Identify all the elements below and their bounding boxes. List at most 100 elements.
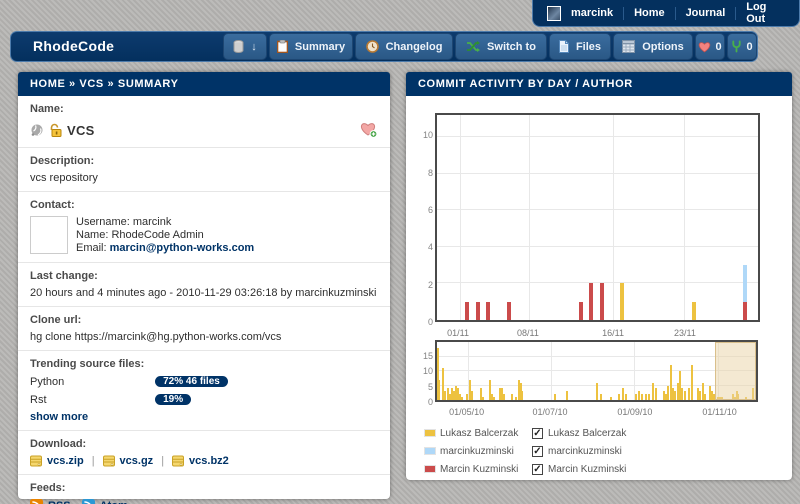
legend-swatch-yellow: [424, 429, 436, 437]
chart-bar: [600, 394, 602, 400]
download-gz-link[interactable]: vcs.gz: [120, 455, 154, 467]
fork-icon: [731, 40, 742, 53]
atom-feed-link[interactable]: Atom: [100, 500, 128, 504]
contact-username: Username: marcink: [76, 216, 254, 229]
chart-selection-region[interactable]: [715, 342, 756, 400]
chart-bar: [638, 391, 640, 400]
journal-link[interactable]: Journal: [686, 7, 726, 19]
settings-grid-icon: [622, 40, 635, 53]
y-tick-label: 10: [423, 366, 433, 376]
gridline: [437, 136, 758, 137]
main-commit-chart[interactable]: [435, 113, 760, 322]
logout-link[interactable]: Log Out: [746, 1, 785, 25]
username-link[interactable]: marcink: [571, 7, 613, 19]
breadcrumb[interactable]: HOME » VCS » SUMMARY: [18, 72, 390, 96]
show-more-link[interactable]: show more: [30, 411, 88, 423]
gridline: [437, 356, 756, 357]
files-tab-label: Files: [576, 41, 601, 53]
home-link[interactable]: Home: [634, 7, 665, 19]
x-tick-label: 08/11: [517, 328, 539, 338]
switch-to-label: Switch to: [487, 41, 536, 53]
trending-lang: Rst: [30, 394, 155, 406]
x-tick-label: 01/11: [447, 328, 469, 338]
app-logo[interactable]: RhodeCode: [33, 32, 114, 61]
y-tick-label: 6: [428, 205, 433, 215]
chart-bar: [438, 380, 440, 400]
overview-commit-chart[interactable]: [435, 340, 758, 402]
switch-to-menu[interactable]: Switch to: [455, 33, 547, 60]
summary-tab[interactable]: Summary: [269, 33, 353, 60]
chart-bar: [625, 394, 627, 400]
y-tick-label: 5: [428, 382, 433, 392]
chart-bar: [554, 394, 556, 400]
description-section: Description: vcs repository: [18, 148, 390, 192]
shuffle-icon: [466, 41, 480, 52]
download-label: Download:: [30, 438, 378, 450]
chart-bar: [648, 394, 650, 400]
chart-legend: Lukasz Balcerzak ✓ Lukasz Balcerzak marc…: [424, 424, 626, 478]
download-section: Download: vcs.zip | vcs.gz | vcs.bz2: [18, 431, 390, 475]
contact-email-link[interactable]: marcin@python-works.com: [110, 242, 255, 254]
archive-icon: [103, 455, 115, 467]
legend-label: Lukasz Balcerzak: [440, 428, 532, 439]
options-menu-label: Options: [642, 41, 684, 53]
chart-bar: [466, 394, 468, 400]
chart-bar: [618, 394, 620, 400]
chart-bar: [743, 302, 747, 320]
contact-email-label: Email:: [76, 242, 107, 254]
archive-icon: [30, 455, 42, 467]
file-icon: [559, 40, 569, 53]
clipboard-icon: [277, 40, 288, 53]
topbar-divider: [623, 7, 624, 20]
last-change-label: Last change:: [30, 270, 378, 282]
user-avatar: [547, 6, 561, 21]
chart-bar: [622, 388, 624, 400]
author-checkbox[interactable]: ✓: [532, 446, 543, 457]
changelog-tab-label: Changelog: [386, 41, 443, 53]
chart-bar: [600, 283, 604, 320]
author-checkbox[interactable]: ✓: [532, 464, 543, 475]
options-menu[interactable]: Options: [613, 33, 693, 60]
changelog-tab[interactable]: Changelog: [355, 33, 453, 60]
gridline: [437, 246, 758, 247]
clone-url-label: Clone url:: [30, 314, 378, 326]
gridline: [437, 282, 758, 283]
chart-bar: [461, 397, 463, 400]
y-tick-label: 2: [428, 280, 433, 290]
chart-bar: [645, 394, 647, 400]
summary-panel: HOME » VCS » SUMMARY Name: VCS Descripti…: [18, 72, 390, 499]
legend-swatch-red: [424, 465, 436, 473]
y-tick-label: 10: [423, 130, 433, 140]
gridline: [634, 342, 635, 400]
follow-toggle-button[interactable]: [360, 122, 378, 138]
chart-bar: [704, 394, 706, 400]
chart-bar: [610, 397, 612, 400]
main-navbar: RhodeCode ↓ Summary Changelog Switch to: [10, 31, 758, 62]
rss-feed-link[interactable]: RSS: [48, 500, 71, 504]
files-tab[interactable]: Files: [549, 33, 611, 60]
download-bz2-link[interactable]: vcs.bz2: [189, 455, 229, 467]
summary-tab-label: Summary: [295, 41, 345, 53]
name-label: Name:: [30, 103, 378, 115]
download-zip-link[interactable]: vcs.zip: [47, 455, 84, 467]
chart-bar: [589, 283, 593, 320]
quick-repo-menu-button[interactable]: ↓: [223, 33, 267, 60]
author-checkbox[interactable]: ✓: [532, 428, 543, 439]
gridline: [437, 209, 758, 210]
gridline: [613, 115, 614, 320]
description-text: vcs repository: [30, 172, 378, 184]
clone-url-text[interactable]: hg clone https://marcink@hg.python-works…: [30, 331, 378, 343]
topbar-divider: [735, 7, 736, 20]
atom-icon: [82, 499, 95, 504]
download-separator: |: [161, 455, 164, 467]
y-tick-label: 0: [428, 397, 433, 407]
contact-fullname: Name: RhodeCode Admin: [76, 229, 254, 242]
forks-counter[interactable]: 0: [727, 33, 757, 60]
trending-row: Rst 19%: [30, 393, 378, 407]
author-checkbox-label: Marcin Kuzminski: [548, 464, 626, 475]
x-tick-label: 16/11: [602, 328, 624, 338]
chart-bar: [503, 394, 505, 400]
trending-label: Trending source files:: [30, 358, 378, 370]
database-icon: [233, 40, 244, 53]
followers-counter[interactable]: 0: [695, 33, 725, 60]
